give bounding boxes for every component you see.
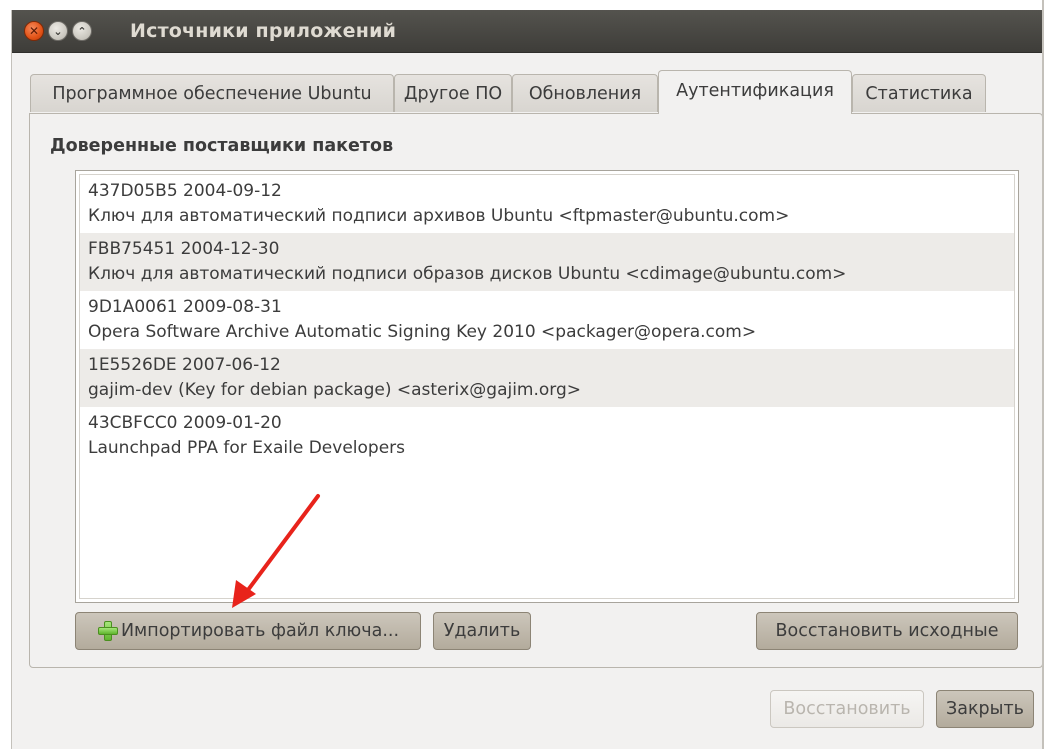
key-row[interactable]: 437D05B5 2004-09-12 Ключ для автоматичес…	[80, 175, 1014, 233]
tab-updates[interactable]: Обновления	[512, 74, 658, 112]
window-title: Источники приложений	[130, 20, 397, 42]
maximize-icon[interactable]: ⌃	[72, 21, 92, 41]
import-key-label: Импортировать файл ключа...	[120, 621, 400, 641]
key-id-date: 1E5526DE 2007-06-12	[88, 355, 281, 375]
plus-icon	[97, 620, 119, 642]
tab-authentication[interactable]: Аутентификация	[658, 70, 852, 114]
key-id-date: 437D05B5 2004-09-12	[88, 181, 282, 201]
app-window: ✕ ⌄ ⌃ Источники приложений Программное о…	[11, 10, 1044, 749]
close-icon[interactable]: ✕	[24, 21, 44, 41]
tab-other-software[interactable]: Другое ПО	[394, 74, 512, 112]
key-description: Launchpad PPA for Exaile Developers	[88, 438, 406, 458]
minimize-icon[interactable]: ⌄	[48, 21, 68, 41]
revert-button[interactable]: Восстановить	[770, 690, 924, 728]
tab-ubuntu-software[interactable]: Программное обеспечение Ubuntu	[30, 74, 394, 112]
key-id-date: 9D1A0061 2009-08-31	[88, 297, 282, 317]
key-row[interactable]: 43CBFCC0 2009-01-20 Launchpad PPA for Ex…	[80, 407, 1014, 465]
key-row[interactable]: 9D1A0061 2009-08-31 Opera Software Archi…	[80, 291, 1014, 349]
import-key-button[interactable]: Импортировать файл ключа...	[75, 612, 421, 650]
key-description: gajim-dev (Key for debian package) <aste…	[88, 380, 582, 400]
key-description: Ключ для автоматический подписи образов …	[88, 264, 847, 284]
tab-statistics[interactable]: Статистика	[852, 74, 986, 112]
authentication-panel: Доверенные поставщики пакетов 437D05B5 2…	[29, 113, 1043, 668]
trusted-keys-list[interactable]: 437D05B5 2004-09-12 Ключ для автоматичес…	[75, 170, 1019, 603]
key-description: Ключ для автоматический подписи архивов …	[88, 206, 790, 226]
remove-key-button[interactable]: Удалить	[433, 612, 531, 650]
section-title: Доверенные поставщики пакетов	[50, 136, 394, 156]
key-row[interactable]: FBB75451 2004-12-30 Ключ для автоматичес…	[80, 233, 1014, 291]
key-id-date: 43CBFCC0 2009-01-20	[88, 413, 282, 433]
key-row[interactable]: 1E5526DE 2007-06-12 gajim-dev (Key for d…	[80, 349, 1014, 407]
key-description: Opera Software Archive Automatic Signing…	[88, 322, 757, 342]
close-button[interactable]: Закрыть	[936, 690, 1034, 728]
titlebar: ✕ ⌄ ⌃ Источники приложений	[12, 10, 1044, 53]
restore-defaults-button[interactable]: Восстановить исходные	[756, 612, 1018, 650]
key-id-date: FBB75451 2004-12-30	[88, 239, 280, 259]
